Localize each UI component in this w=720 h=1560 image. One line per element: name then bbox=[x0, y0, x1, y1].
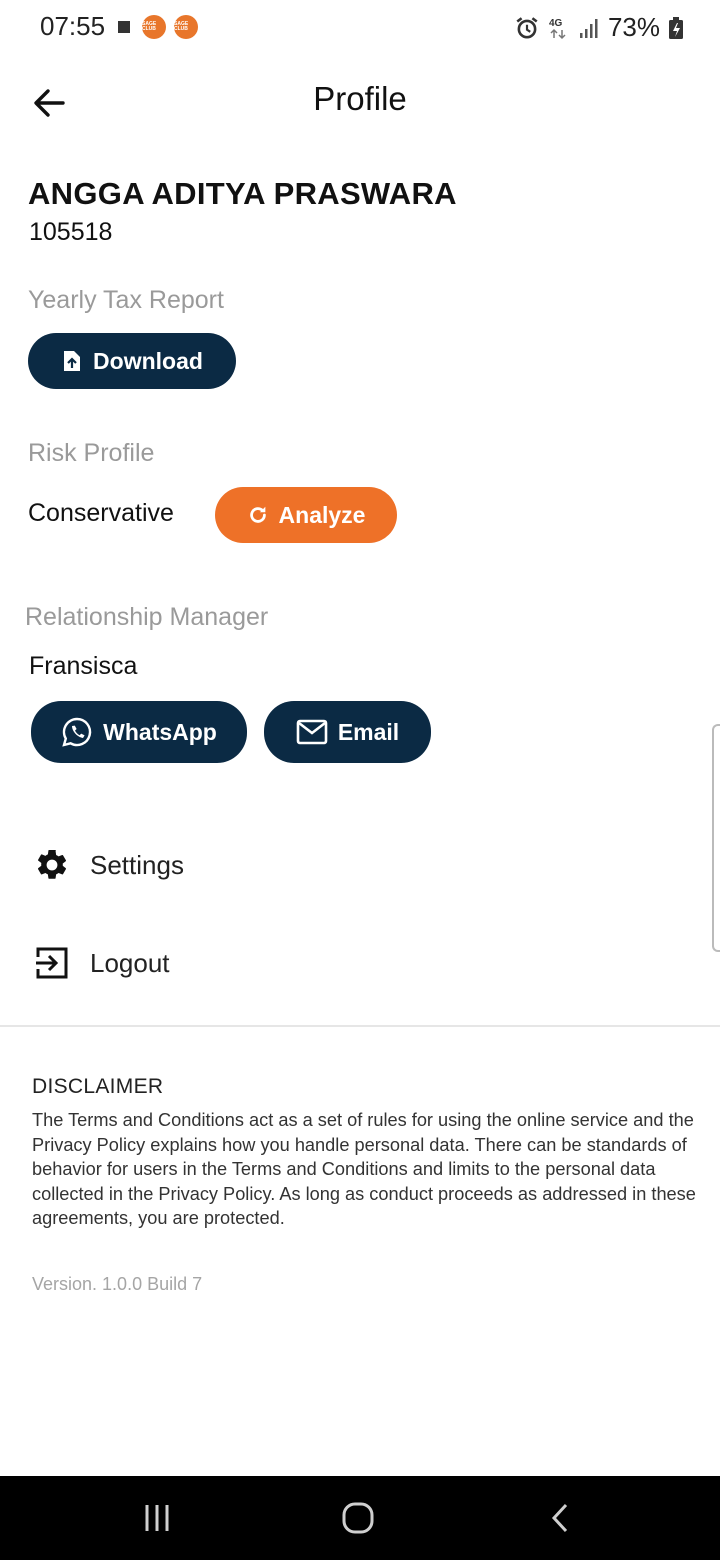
mail-icon bbox=[296, 719, 328, 745]
risk-profile-label: Risk Profile bbox=[28, 439, 155, 467]
app-notification-icon: SAGE CLUB bbox=[142, 15, 166, 39]
status-time: 07:55 bbox=[40, 11, 106, 41]
battery-icon bbox=[669, 16, 683, 39]
signal-icon bbox=[579, 18, 598, 38]
relationship-manager-label: Relationship Manager bbox=[25, 603, 269, 631]
app-notification-icon: SAGE CLUB bbox=[174, 15, 198, 39]
relationship-manager-name: Fransisca bbox=[29, 652, 138, 680]
scroll-indicator[interactable] bbox=[712, 724, 720, 952]
analyze-label: Analyze bbox=[278, 501, 366, 528]
settings-menu-item[interactable]: Settings bbox=[34, 843, 184, 887]
logout-icon bbox=[36, 947, 68, 979]
home-button[interactable] bbox=[298, 1476, 418, 1560]
page-title: Profile bbox=[313, 80, 407, 117]
user-name: ANGGA ADITYA PRASWARA bbox=[28, 176, 457, 211]
alarm-icon bbox=[516, 16, 538, 39]
email-label: Email bbox=[337, 718, 400, 745]
back-nav-button[interactable] bbox=[500, 1476, 620, 1560]
risk-profile-value: Conservative bbox=[28, 499, 174, 527]
file-upload-icon bbox=[64, 351, 81, 371]
home-icon bbox=[342, 1502, 374, 1534]
whatsapp-button[interactable]: WhatsApp bbox=[31, 701, 247, 763]
navigation-bar bbox=[0, 1476, 720, 1560]
divider bbox=[0, 1025, 720, 1027]
whatsapp-icon bbox=[62, 717, 92, 747]
download-button[interactable]: Download bbox=[28, 333, 236, 389]
disclaimer-title: DISCLAIMER bbox=[32, 1075, 164, 1098]
refresh-icon bbox=[249, 506, 266, 523]
notification-icons: SAGE CLUB SAGE CLUB bbox=[118, 15, 198, 39]
notification-square-icon bbox=[118, 21, 130, 33]
network-4g-icon: 4G bbox=[549, 18, 566, 39]
email-button[interactable]: Email bbox=[264, 701, 431, 763]
status-right: 4G 73% bbox=[514, 12, 684, 43]
chevron-left-icon bbox=[551, 1503, 568, 1533]
logout-label: Logout bbox=[90, 947, 170, 978]
version-text: Version. 1.0.0 Build 7 bbox=[32, 1274, 203, 1294]
status-bar: 07:55 SAGE CLUB SAGE CLUB 4G 73% bbox=[0, 0, 720, 56]
disclaimer-body: The Terms and Conditions act as a set of… bbox=[32, 1110, 696, 1228]
gear-icon bbox=[37, 849, 67, 879]
logout-menu-item[interactable]: Logout bbox=[34, 941, 170, 985]
download-label: Download bbox=[93, 347, 203, 374]
whatsapp-label: WhatsApp bbox=[103, 718, 217, 745]
recent-apps-button[interactable] bbox=[97, 1476, 217, 1560]
settings-label: Settings bbox=[90, 849, 184, 880]
user-id: 105518 bbox=[29, 218, 113, 246]
tax-report-label: Yearly Tax Report bbox=[28, 286, 224, 314]
svg-text:4G: 4G bbox=[549, 18, 563, 29]
battery-percent: 73% bbox=[607, 12, 660, 42]
recent-apps-icon bbox=[145, 1505, 169, 1531]
analyze-button[interactable]: Analyze bbox=[215, 487, 397, 543]
